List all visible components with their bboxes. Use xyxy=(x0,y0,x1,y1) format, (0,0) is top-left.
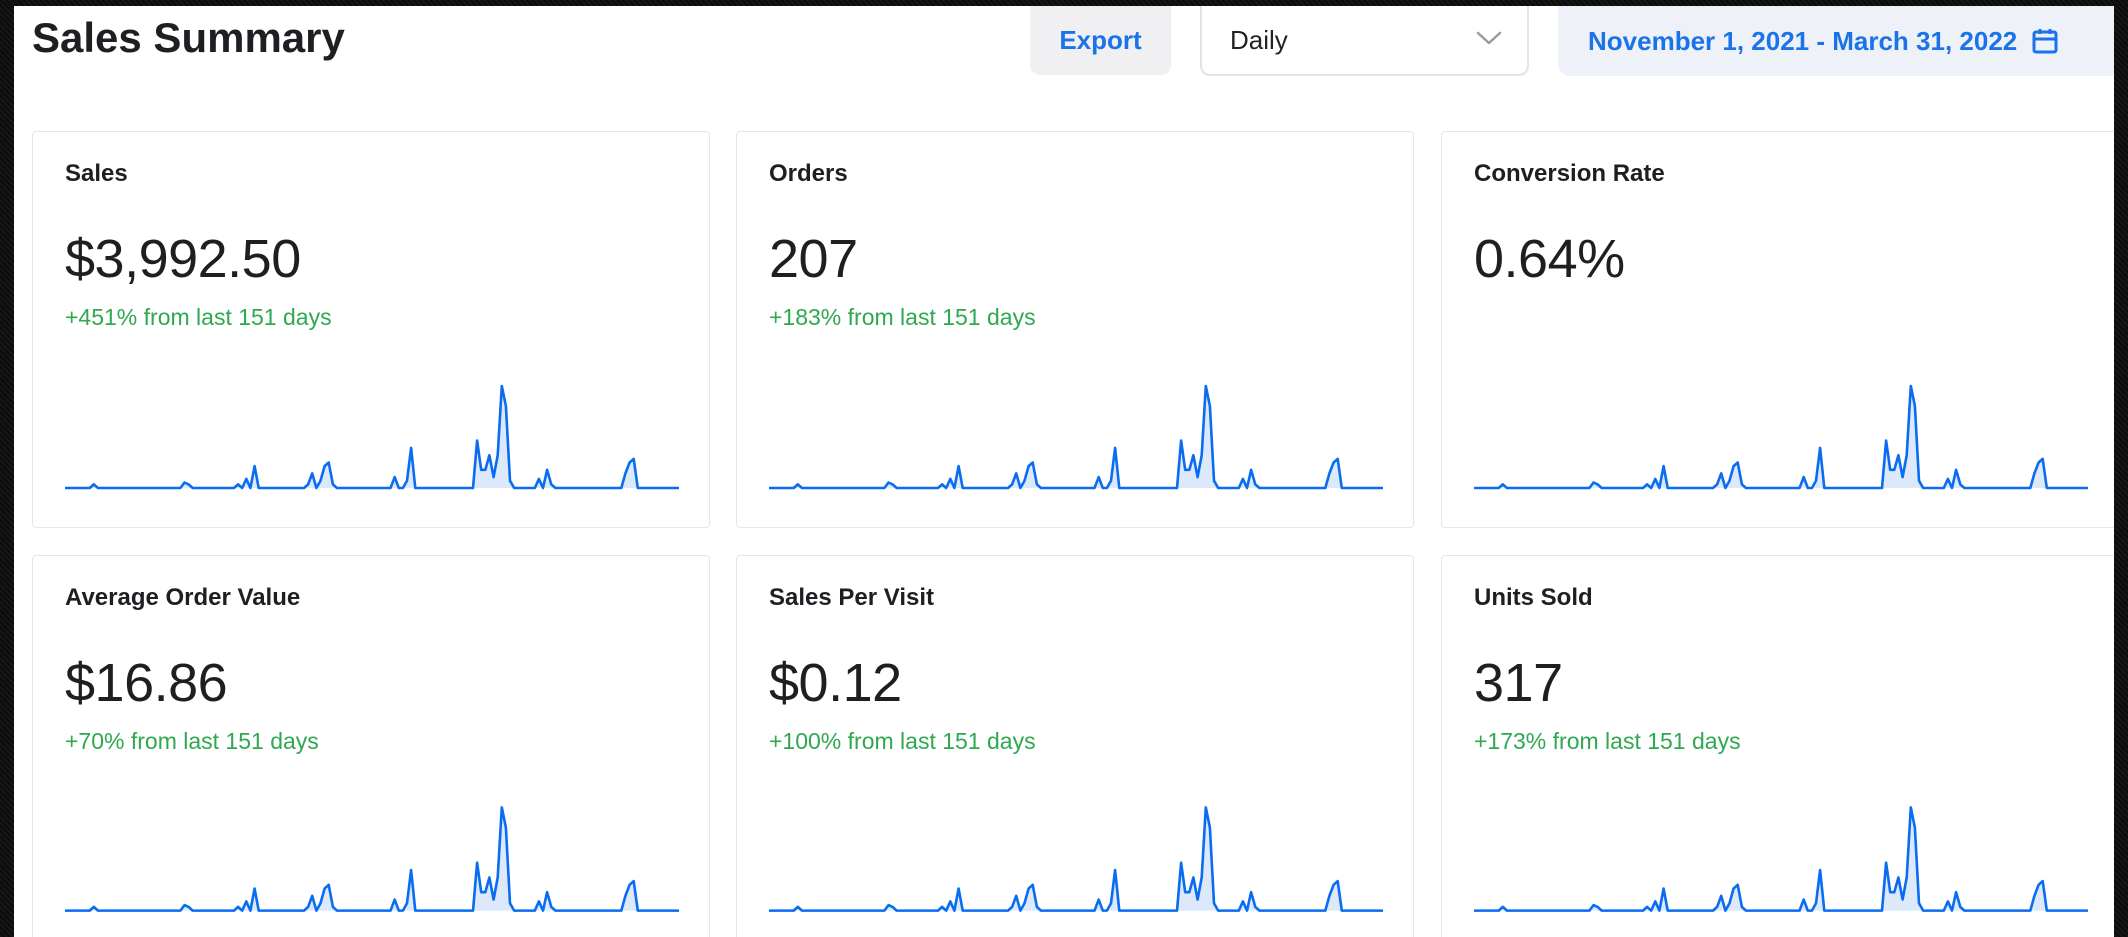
units-sold-sparkline xyxy=(1474,804,2088,914)
metric-card-orders[interactable]: Orders 207 +183% from last 151 days xyxy=(736,131,1414,528)
chevron-down-icon xyxy=(1476,31,1502,45)
sales-per-visit-sparkline xyxy=(769,804,1383,914)
metric-label: Sales xyxy=(65,160,128,187)
sparkline-area xyxy=(1474,386,2088,488)
sparkline-line xyxy=(769,386,1383,488)
calendar-icon xyxy=(2032,29,2058,54)
metric-label: Sales Per Visit xyxy=(769,584,934,611)
metric-change: +183% from last 151 days xyxy=(769,304,1036,330)
sparkline-line xyxy=(769,807,1383,910)
metric-card-sales[interactable]: Sales $3,992.50 +451% from last 151 days xyxy=(32,131,710,528)
screen-background: Sales Summary Export Daily November 1, 2… xyxy=(0,0,2128,937)
export-button[interactable]: Export xyxy=(1030,6,1171,75)
sales-summary-page: Sales Summary Export Daily November 1, 2… xyxy=(14,6,2114,937)
average-order-value-sparkline xyxy=(65,804,679,914)
date-range-label: November 1, 2021 - March 31, 2022 xyxy=(1588,25,2018,56)
orders-sparkline xyxy=(769,382,1383,492)
metric-change: +451% from last 151 days xyxy=(65,304,332,330)
sparkline-line xyxy=(65,807,679,910)
metric-change: +100% from last 151 days xyxy=(769,728,1036,754)
metric-value: $16.86 xyxy=(65,653,228,713)
metric-label: Units Sold xyxy=(1474,584,1593,611)
sparkline-line xyxy=(1474,386,2088,488)
sparkline-area xyxy=(769,386,1383,488)
sales-sparkline xyxy=(65,382,679,492)
date-range-button[interactable]: November 1, 2021 - March 31, 2022 xyxy=(1558,6,2114,76)
metric-card-sales-per-visit[interactable]: Sales Per Visit $0.12 +100% from last 15… xyxy=(736,555,1414,937)
metric-value: 0.64% xyxy=(1474,229,1625,289)
metric-card-conversion-rate[interactable]: Conversion Rate 0.64% xyxy=(1441,131,2114,528)
metric-change: +173% from last 151 days xyxy=(1474,728,1741,754)
metric-label: Average Order Value xyxy=(65,584,301,611)
sparkline-area xyxy=(1474,807,2088,911)
sparkline-area xyxy=(65,386,679,488)
conversion-rate-sparkline xyxy=(1474,382,2088,492)
metric-card-average-order-value[interactable]: Average Order Value $16.86 +70% from las… xyxy=(32,555,710,937)
sparkline-area xyxy=(65,807,679,911)
page-header: Sales Summary Export Daily November 1, 2… xyxy=(14,6,2114,96)
sparkline-line xyxy=(65,386,679,488)
metric-value: $3,992.50 xyxy=(65,229,301,289)
metric-change: +70% from last 151 days xyxy=(65,728,319,754)
metric-card-units-sold[interactable]: Units Sold 317 +173% from last 151 days xyxy=(1441,555,2114,937)
metric-value: 207 xyxy=(769,229,858,289)
period-select[interactable]: Daily xyxy=(1200,6,1529,76)
metric-value: 317 xyxy=(1474,653,1563,713)
period-select-value: Daily xyxy=(1230,24,1288,55)
sparkline-line xyxy=(1474,807,2088,910)
sparkline-area xyxy=(769,807,1383,911)
page-title: Sales Summary xyxy=(32,14,345,61)
metric-label: Conversion Rate xyxy=(1474,160,1665,187)
metric-value: $0.12 xyxy=(769,653,902,713)
metric-label: Orders xyxy=(769,160,848,187)
